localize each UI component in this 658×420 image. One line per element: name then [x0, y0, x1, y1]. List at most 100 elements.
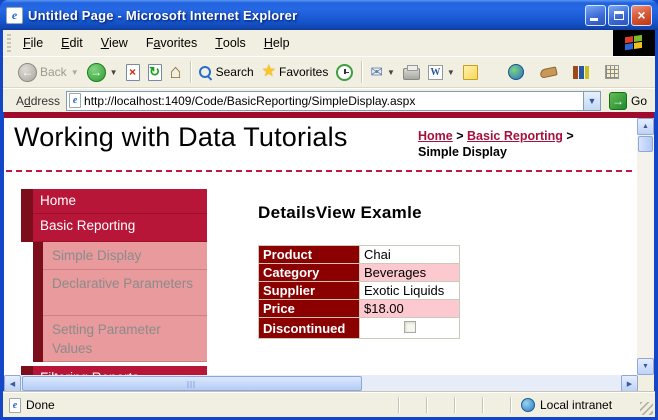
status-page-icon: e	[9, 397, 21, 413]
sidebar-item-basic-reporting[interactable]: Basic Reporting	[21, 214, 207, 242]
home-button[interactable]: ⌂	[166, 60, 186, 84]
menu-bar: File Edit View Fa vorites Tools Help	[3, 30, 655, 56]
edit-dropdown-icon[interactable]: ▼	[447, 68, 455, 77]
details-view-table: Product Chai Category Beverages Supplier…	[258, 245, 460, 339]
go-button[interactable]: → Go	[601, 91, 655, 110]
mail-button[interactable]: ✉ ▼	[366, 63, 399, 82]
go-label: Go	[630, 93, 647, 108]
table-row: Supplier Exotic Liquids	[258, 281, 460, 300]
addon-books-button[interactable]	[569, 64, 593, 81]
minimize-button[interactable]	[585, 4, 606, 26]
resize-grip[interactable]	[640, 402, 653, 415]
details-value-cell: Chai	[359, 245, 460, 264]
menu-strip	[33, 270, 43, 316]
close-button[interactable]: ×	[631, 4, 652, 26]
ie-logo-icon: e	[6, 6, 23, 24]
horizontal-scroll-thumb[interactable]	[22, 376, 362, 391]
home-icon: ⌂	[169, 61, 182, 83]
stop-button[interactable]: ×	[122, 62, 144, 83]
scroll-up-button[interactable]: ▲	[637, 118, 654, 135]
chevron-left-icon: ◀	[9, 380, 16, 388]
sidebar-item-label: Home	[33, 189, 207, 214]
minimize-icon	[590, 17, 598, 21]
menu-edit[interactable]: Edit	[52, 30, 92, 56]
details-value-cell	[359, 317, 460, 339]
content-heading: DetailsView Examle	[258, 203, 422, 222]
scroll-down-button[interactable]: ▼	[637, 358, 654, 375]
menu-view[interactable]: View	[92, 30, 137, 56]
addon-shoe-button[interactable]	[536, 65, 561, 79]
breadcrumb-link-home[interactable]: Home	[418, 129, 453, 143]
favorites-button[interactable]: ★ Favorites	[258, 62, 333, 82]
zone-text: Local intranet	[540, 398, 613, 412]
addon-shoe-icon	[539, 65, 558, 79]
security-zone: Local intranet	[521, 393, 612, 417]
sidebar-item-simple-display[interactable]: Simple Display	[21, 242, 207, 270]
vertical-scrollbar[interactable]: ▲ ▼	[637, 118, 654, 375]
sidebar-item-setting-parameter-values[interactable]: Setting Parameter Values	[21, 316, 207, 362]
dashed-divider	[6, 170, 632, 172]
print-icon	[402, 64, 420, 80]
horizontal-scrollbar[interactable]: ◀ ▶	[4, 375, 638, 392]
mail-dropdown-icon[interactable]: ▼	[387, 68, 395, 77]
notes-button[interactable]	[459, 63, 482, 82]
addon-globe-button[interactable]	[504, 62, 528, 82]
address-bar: Address e ▼ → Go	[3, 88, 655, 112]
chevron-up-icon: ▲	[642, 123, 649, 130]
menu-favorites[interactable]: Fa vorites	[137, 30, 206, 56]
page-content: Working with Data Tutorials Home > Basic…	[4, 112, 654, 375]
search-icon	[198, 66, 211, 78]
back-icon: ←	[18, 62, 37, 82]
edit-with-word-button[interactable]: W ▼	[424, 63, 459, 82]
menu-tools[interactable]: Tools	[206, 30, 255, 56]
sidebar-item-label: Filtering Reports	[33, 366, 207, 375]
chevron-down-icon: ▼	[587, 95, 597, 106]
menu-strip	[21, 214, 33, 242]
details-value-cell: $18.00	[359, 299, 460, 318]
title-bar: e Untitled Page - Microsoft Internet Exp…	[0, 0, 658, 30]
addon-grid-button[interactable]	[601, 63, 623, 81]
page-accent-bar	[4, 112, 654, 118]
menu-bar-grip[interactable]	[7, 34, 11, 52]
details-value-cell: Exotic Liquids	[359, 281, 460, 300]
toolbar: ← Back ▼ → ▼ × ↻ ⌂ Search ★ Favorites ✉ …	[3, 56, 655, 88]
back-button[interactable]: ← Back ▼	[14, 61, 83, 84]
address-input[interactable]	[84, 92, 583, 109]
page-title: Working with Data Tutorials	[14, 122, 348, 152]
menu-strip	[33, 242, 43, 270]
refresh-button[interactable]: ↻	[144, 62, 166, 83]
address-dropdown-button[interactable]: ▼	[582, 91, 600, 110]
scroll-left-button[interactable]: ◀	[4, 375, 21, 392]
details-label-cell: Discontinued	[258, 317, 360, 339]
chevron-right-icon: ▶	[626, 380, 633, 388]
toolbar-separator	[361, 61, 363, 83]
address-field: e ▼	[66, 90, 601, 111]
word-icon: W	[427, 64, 443, 80]
scroll-right-button[interactable]: ▶	[621, 375, 638, 392]
maximize-button[interactable]	[608, 4, 629, 26]
table-row: Category Beverages	[258, 263, 460, 282]
menu-help[interactable]: Help	[255, 30, 299, 56]
status-text: Done	[26, 398, 55, 412]
print-button[interactable]	[399, 63, 424, 82]
back-label: Back	[40, 65, 67, 79]
favorites-label: Favorites	[279, 65, 329, 79]
back-dropdown-icon[interactable]: ▼	[71, 68, 79, 77]
search-button[interactable]: Search	[195, 63, 258, 81]
details-label-cell: Product	[258, 245, 360, 264]
sidebar-item-home[interactable]: Home	[21, 189, 207, 214]
sidebar-item-declarative-parameters[interactable]: Declarative Parameters	[21, 270, 207, 316]
details-value-cell: Beverages	[359, 263, 460, 282]
forward-icon: →	[86, 62, 106, 82]
history-button[interactable]	[332, 62, 357, 83]
forward-button[interactable]: → ▼	[83, 61, 122, 84]
sidebar-item-filtering-reports[interactable]: Filtering Reports	[21, 366, 207, 375]
vertical-scroll-thumb[interactable]	[638, 136, 653, 152]
search-label: Search	[215, 65, 254, 79]
breadcrumb-separator: >	[456, 129, 464, 143]
addon-books-icon	[572, 65, 589, 79]
discontinued-checkbox[interactable]	[403, 320, 416, 333]
breadcrumb-link-basic-reporting[interactable]: Basic Reporting	[467, 129, 563, 143]
forward-dropdown-icon[interactable]: ▼	[110, 68, 118, 77]
menu-file[interactable]: File	[14, 30, 52, 56]
